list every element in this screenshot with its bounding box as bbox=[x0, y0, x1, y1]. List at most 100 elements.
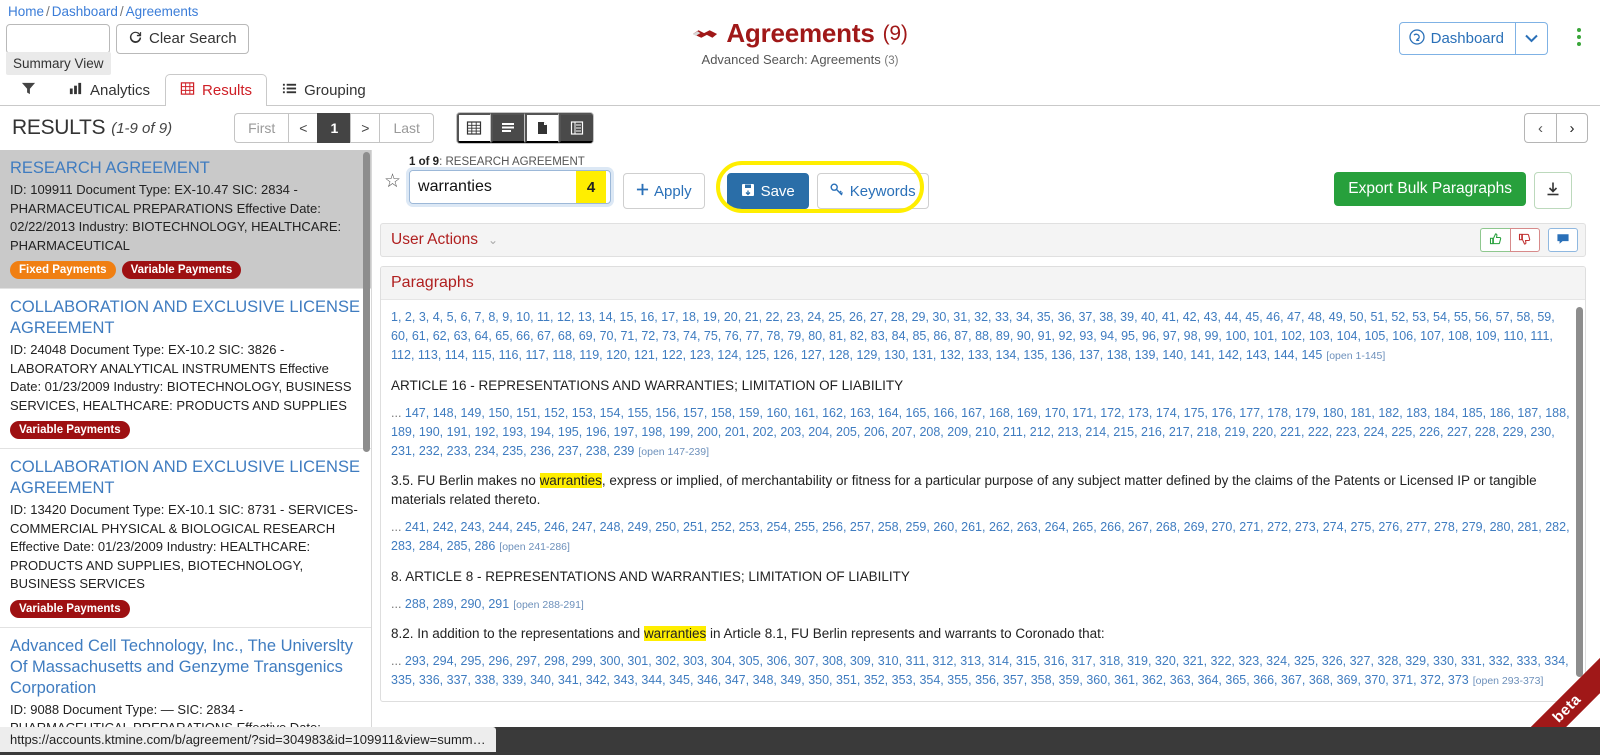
paragraph-number-link[interactable]: 291 bbox=[488, 597, 509, 611]
paragraph-number-link[interactable]: 134 bbox=[996, 348, 1017, 362]
paragraph-number-link[interactable]: 197 bbox=[614, 425, 635, 439]
paragraphs-scrollbar[interactable] bbox=[1576, 307, 1583, 677]
paragraph-number-link[interactable]: 138 bbox=[1107, 348, 1128, 362]
paragraph-number-link[interactable]: 4 bbox=[433, 310, 440, 324]
paragraph-number-link[interactable]: 1 bbox=[391, 310, 398, 324]
summary-view-button[interactable] bbox=[6, 24, 110, 54]
paragraph-number-link[interactable]: 217 bbox=[1169, 425, 1190, 439]
paragraph-number-link[interactable]: 16 bbox=[640, 310, 654, 324]
keywords-button[interactable]: Keywords bbox=[816, 173, 929, 209]
paragraph-number-link[interactable]: 323 bbox=[1238, 654, 1259, 668]
paragraph-number-link[interactable]: 216 bbox=[1141, 425, 1162, 439]
tab-results[interactable]: Results bbox=[165, 74, 268, 106]
paragraph-number-link[interactable]: 179 bbox=[1295, 406, 1316, 420]
open-range-link[interactable]: [open 1-145] bbox=[1326, 350, 1385, 362]
paragraph-number-link[interactable]: 297 bbox=[516, 654, 537, 668]
paragraph-number-link[interactable]: 86 bbox=[933, 329, 947, 343]
paragraph-number-link[interactable]: 317 bbox=[1071, 654, 1092, 668]
paragraph-number-link[interactable]: 46 bbox=[1266, 310, 1280, 324]
open-range-link[interactable]: [open 147-239] bbox=[638, 446, 709, 458]
paragraph-number-link[interactable]: 289 bbox=[433, 597, 454, 611]
paragraph-number-link[interactable]: 110 bbox=[1504, 329, 1524, 343]
record-next-button[interactable]: › bbox=[1556, 113, 1588, 143]
paragraph-number-link[interactable]: 10 bbox=[516, 310, 530, 324]
paragraph-number-link[interactable]: 218 bbox=[1197, 425, 1218, 439]
paragraph-number-link[interactable]: 109 bbox=[1476, 329, 1497, 343]
paragraph-number-link[interactable]: 75 bbox=[704, 329, 718, 343]
paragraph-number-link[interactable]: 103 bbox=[1309, 329, 1330, 343]
paragraph-number-link[interactable]: 260 bbox=[933, 520, 954, 534]
paragraph-number-link[interactable]: 170 bbox=[1045, 406, 1066, 420]
paragraph-number-link[interactable]: 244 bbox=[488, 520, 509, 534]
paragraph-number-link[interactable]: 207 bbox=[892, 425, 913, 439]
paragraph-number-link[interactable]: 248 bbox=[600, 520, 621, 534]
paragraph-number-link[interactable]: 279 bbox=[1462, 520, 1483, 534]
paragraph-number-link[interactable]: 17 bbox=[661, 310, 675, 324]
paragraph-number-link[interactable]: 327 bbox=[1350, 654, 1371, 668]
paragraph-number-link[interactable]: 122 bbox=[662, 348, 683, 362]
paragraph-number-link[interactable]: 209 bbox=[947, 425, 968, 439]
paragraph-number-link[interactable]: 235 bbox=[502, 444, 523, 458]
paragraph-number-link[interactable]: 11 bbox=[537, 310, 550, 324]
paragraph-number-link[interactable]: 49 bbox=[1329, 310, 1343, 324]
record-prev-button[interactable]: ‹ bbox=[1524, 113, 1556, 143]
paragraph-number-link[interactable]: 14 bbox=[599, 310, 613, 324]
paragraph-number-link[interactable]: 322 bbox=[1211, 654, 1232, 668]
paragraph-number-link[interactable]: 85 bbox=[912, 329, 926, 343]
paragraph-number-link[interactable]: 296 bbox=[488, 654, 509, 668]
paragraph-number-link[interactable]: 191 bbox=[447, 425, 468, 439]
paragraph-number-link[interactable]: 150 bbox=[488, 406, 509, 420]
paragraph-number-link[interactable]: 19 bbox=[703, 310, 717, 324]
paragraph-number-link[interactable]: 213 bbox=[1058, 425, 1079, 439]
paragraph-number-link[interactable]: 15 bbox=[620, 310, 634, 324]
paragraph-number-link[interactable]: 163 bbox=[850, 406, 871, 420]
paragraph-number-link[interactable]: 183 bbox=[1406, 406, 1427, 420]
paragraph-number-link[interactable]: 286 bbox=[474, 539, 495, 553]
paragraph-number-link[interactable]: 226 bbox=[1419, 425, 1440, 439]
paragraph-number-link[interactable]: 278 bbox=[1434, 520, 1455, 534]
paragraph-number-link[interactable]: 338 bbox=[474, 673, 495, 687]
paragraph-number-link[interactable]: 36 bbox=[1058, 310, 1072, 324]
paragraph-number-link[interactable]: 340 bbox=[530, 673, 551, 687]
paragraph-number-link[interactable]: 83 bbox=[871, 329, 885, 343]
paragraph-number-link[interactable]: 326 bbox=[1322, 654, 1343, 668]
paragraph-number-link[interactable]: 313 bbox=[960, 654, 981, 668]
paragraph-number-link[interactable]: 123 bbox=[690, 348, 711, 362]
paragraph-number-link[interactable]: 175 bbox=[1184, 406, 1205, 420]
paragraph-number-link[interactable]: 232 bbox=[419, 444, 440, 458]
paragraph-number-link[interactable]: 30 bbox=[932, 310, 946, 324]
paragraph-number-link[interactable]: 319 bbox=[1127, 654, 1148, 668]
chevron-down-icon[interactable]: ⌄ bbox=[488, 233, 498, 247]
paragraph-number-link[interactable]: 214 bbox=[1085, 425, 1106, 439]
paragraph-number-link[interactable]: 333 bbox=[1516, 654, 1537, 668]
paragraph-number-link[interactable]: 341 bbox=[558, 673, 579, 687]
paragraph-number-link[interactable]: 125 bbox=[745, 348, 766, 362]
paragraph-number-link[interactable]: 348 bbox=[753, 673, 774, 687]
paragraph-number-link[interactable]: 257 bbox=[850, 520, 871, 534]
paragraph-number-link[interactable]: 136 bbox=[1051, 348, 1072, 362]
paragraph-number-link[interactable]: 129 bbox=[856, 348, 877, 362]
paragraph-number-link[interactable]: 294 bbox=[433, 654, 454, 668]
open-range-link[interactable]: [open 241-286] bbox=[499, 541, 570, 553]
paragraph-number-link[interactable]: 270 bbox=[1211, 520, 1232, 534]
paragraph-number-link[interactable]: 335 bbox=[391, 673, 412, 687]
overflow-menu-button[interactable] bbox=[1572, 22, 1586, 52]
paragraph-number-link[interactable]: 315 bbox=[1016, 654, 1037, 668]
paragraph-number-link[interactable]: 22 bbox=[766, 310, 780, 324]
paragraph-number-link[interactable]: 79 bbox=[787, 329, 801, 343]
pagination-page-1[interactable]: 1 bbox=[317, 113, 351, 143]
paragraph-number-link[interactable]: 275 bbox=[1351, 520, 1372, 534]
paragraph-number-link[interactable]: 118 bbox=[552, 348, 572, 362]
paragraph-number-link[interactable]: 78 bbox=[766, 329, 780, 343]
paragraph-number-link[interactable]: 73 bbox=[662, 329, 676, 343]
paragraph-number-link[interactable]: 54 bbox=[1433, 310, 1447, 324]
paragraph-number-link[interactable]: 113 bbox=[418, 348, 438, 362]
paragraph-number-link[interactable]: 104 bbox=[1337, 329, 1358, 343]
paragraph-number-link[interactable]: 116 bbox=[499, 348, 519, 362]
paragraph-number-link[interactable]: 108 bbox=[1448, 329, 1469, 343]
paragraph-number-link[interactable]: 40 bbox=[1141, 310, 1155, 324]
paragraph-number-link[interactable]: 293 bbox=[405, 654, 426, 668]
paragraph-number-link[interactable]: 204 bbox=[808, 425, 829, 439]
paragraph-number-link[interactable]: 98 bbox=[1184, 329, 1198, 343]
paragraph-number-link[interactable]: 120 bbox=[606, 348, 627, 362]
